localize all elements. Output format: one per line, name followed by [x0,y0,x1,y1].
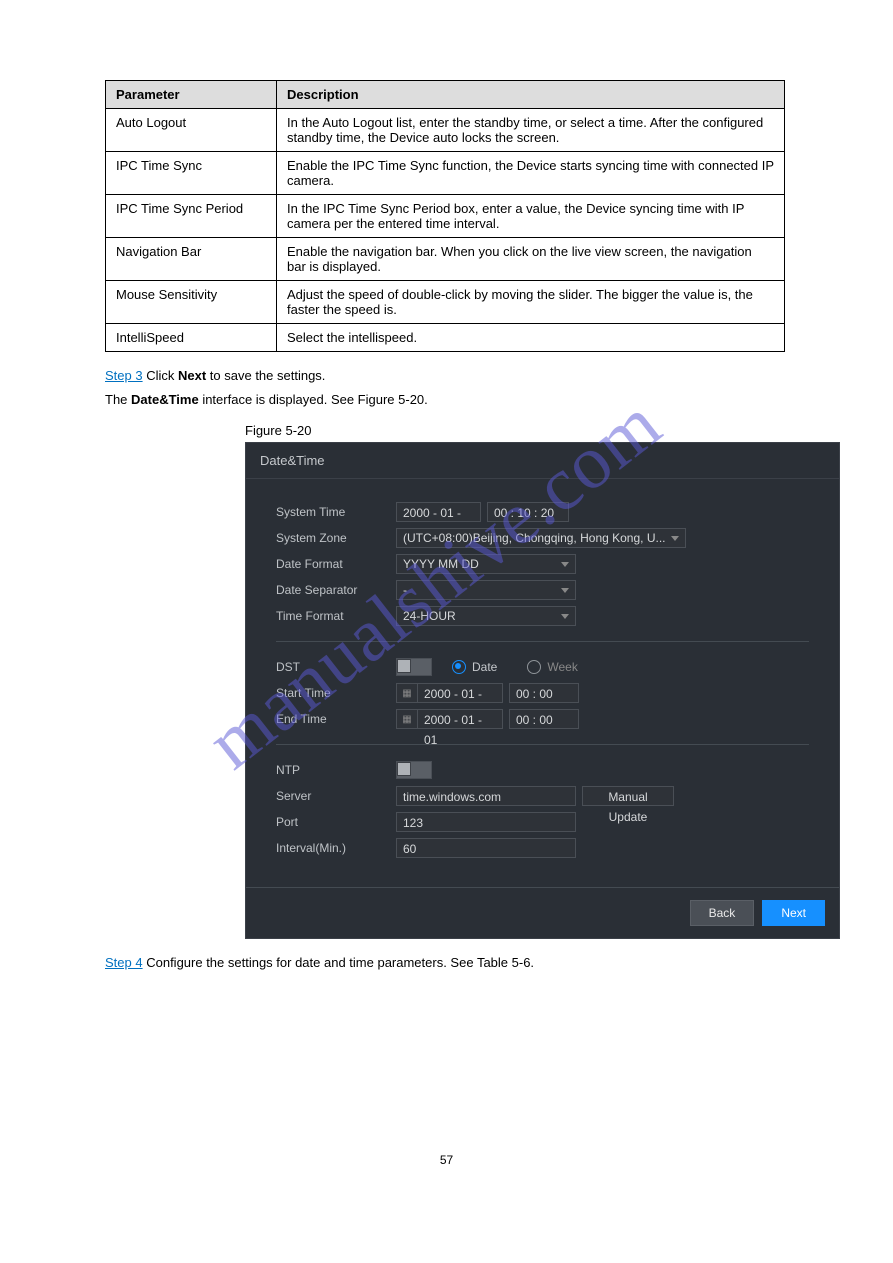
table-row: IPC Time Sync PeriodIn the IPC Time Sync… [106,195,785,238]
interval-input[interactable]: 60 [396,838,576,858]
label-start-time: Start Time [276,686,396,700]
page-number: 57 [65,1153,828,1167]
dst-toggle[interactable] [396,658,432,676]
table-header-desc: Description [277,81,785,109]
dst-date-label: Date [472,660,497,674]
table-row: IPC Time SyncEnable the IPC Time Sync fu… [106,152,785,195]
chevron-down-icon [561,614,569,619]
label-dst: DST [276,660,396,674]
table-row: Mouse SensitivityAdjust the speed of dou… [106,281,785,324]
step-label: Step 4 [105,955,143,970]
dst-week-label: Week [547,660,577,674]
system-time-time[interactable]: 00 : 10 : 20 [487,502,569,522]
time-format-select[interactable]: 24-HOUR [396,606,576,626]
start-time[interactable]: 00 : 00 [509,683,579,703]
date-separator-select[interactable]: - [396,580,576,600]
label-system-time: System Time [276,505,396,519]
table-header-param: Parameter [106,81,277,109]
end-date[interactable]: 2000 - 01 - 01 [418,709,503,729]
calendar-icon[interactable]: ▦ [396,683,418,703]
server-input[interactable]: time.windows.com [396,786,576,806]
system-time-date[interactable]: 2000 - 01 - 01 [396,502,481,522]
chevron-down-icon [671,536,679,541]
next-button[interactable]: Next [762,900,825,926]
start-date[interactable]: 2000 - 01 - 01 [418,683,503,703]
label-end-time: End Time [276,712,396,726]
label-interval: Interval(Min.) [276,841,396,855]
end-time[interactable]: 00 : 00 [509,709,579,729]
date-time-dialog: Date&Time System Time 2000 - 01 - 01 00 … [245,442,840,939]
ntp-toggle[interactable] [396,761,432,779]
figure-label: Figure 5-20 [245,423,828,438]
label-system-zone: System Zone [276,531,396,545]
dst-date-radio[interactable] [452,660,466,674]
back-button[interactable]: Back [690,900,755,926]
port-input[interactable]: 123 [396,812,576,832]
label-ntp: NTP [276,763,396,777]
system-zone-select[interactable]: (UTC+08:00)Beijing, Chongqing, Hong Kong… [396,528,686,548]
step-3: Step 3 Click Next to save the settings. … [105,366,828,409]
label-date-format: Date Format [276,557,396,571]
label-time-format: Time Format [276,609,396,623]
step-label: Step 3 [105,368,143,383]
table-row: IntelliSpeedSelect the intellispeed. [106,324,785,352]
step-4: Step 4 Configure the settings for date a… [105,953,828,973]
parameter-table: Parameter Description Auto LogoutIn the … [105,80,785,352]
manual-update-button[interactable]: Manual Update [582,786,674,806]
label-server: Server [276,789,396,803]
label-port: Port [276,815,396,829]
label-date-separator: Date Separator [276,583,396,597]
chevron-down-icon [561,562,569,567]
date-format-select[interactable]: YYYY MM DD [396,554,576,574]
dst-week-radio[interactable] [527,660,541,674]
table-row: Auto LogoutIn the Auto Logout list, ente… [106,109,785,152]
calendar-icon[interactable]: ▦ [396,709,418,729]
dialog-title: Date&Time [246,443,839,479]
table-row: Navigation BarEnable the navigation bar.… [106,238,785,281]
chevron-down-icon [561,588,569,593]
